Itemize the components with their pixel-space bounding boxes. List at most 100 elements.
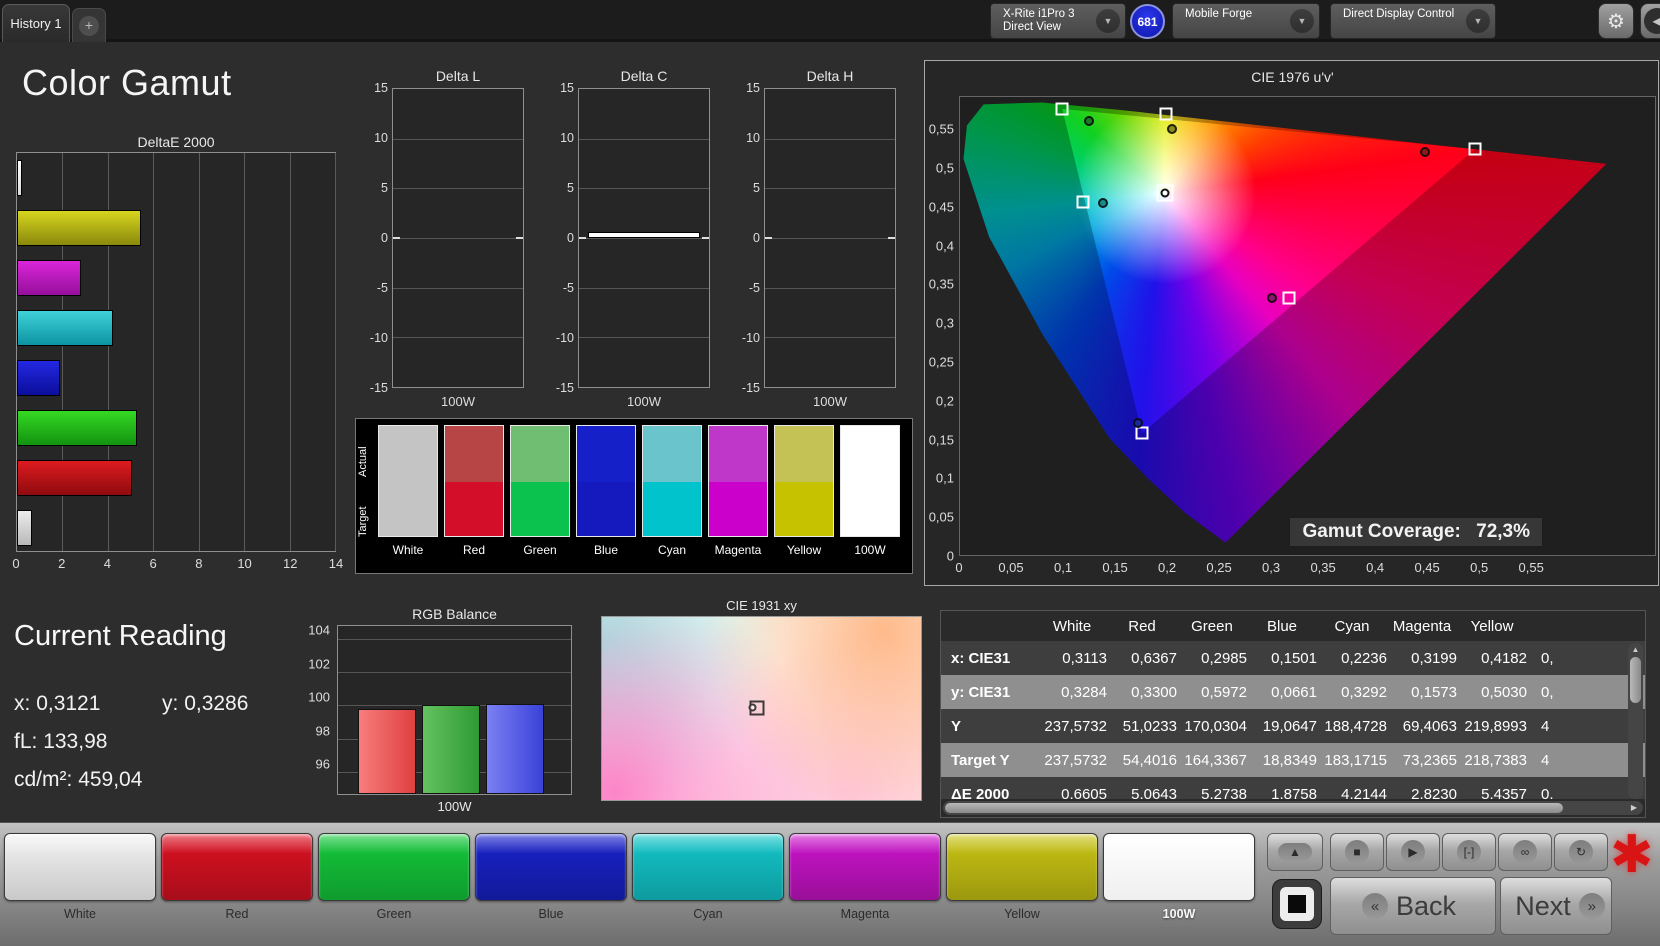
stop-button[interactable]: ■ [1330,833,1384,871]
patch-button-blue[interactable] [475,833,627,901]
meter-status-indicator [993,6,997,36]
gridline [765,337,895,339]
gamut-coverage-readout: Gamut Coverage: 72,3% [1289,517,1543,547]
column-header-yellow: Yellow [1470,617,1514,635]
table-cell: 4 [1541,717,1550,735]
deltae-bar-magenta [17,260,82,296]
cyan-target-marker [1076,195,1090,209]
patch-button-red[interactable] [161,833,313,901]
white-target-marker [1156,184,1174,202]
x-tick-label: 0,3 [1262,560,1281,575]
table-cell: 2,8230 [1411,785,1457,800]
source-label: Mobile Forge [1185,8,1253,20]
chevron-down-icon[interactable]: ▼ [1466,9,1490,33]
table-cell: 5,4357 [1481,785,1527,800]
display-control-dropdown[interactable]: Direct Display Control ▼ [1330,3,1496,39]
y-tick-label: 10 [374,131,388,145]
scroll-right-icon[interactable]: ▶ [1627,801,1641,815]
target-row-label: Target [357,506,369,537]
table-cell: 1,8758 [1271,785,1317,800]
white-point-dot [748,703,757,712]
x-tick-label: 6 [149,556,157,571]
x-tick-label: 0,4 [1366,560,1385,575]
y-tick-label: 10 [560,131,574,145]
rgb-bar-green [422,705,480,794]
table-cell: 237,5732 [1044,751,1107,769]
vertical-scroll-thumb[interactable] [1630,657,1641,703]
horizontal-scroll-thumb[interactable] [945,803,1563,813]
patch-button-yellow[interactable] [946,833,1098,901]
swatch-label: Green [523,543,557,557]
infinity-icon: ∞ [1513,840,1537,864]
chevron-down-icon[interactable]: ▼ [1096,9,1120,33]
add-tab-button[interactable]: + [72,8,106,42]
row-label: x: CIE31 [951,649,1011,667]
deltae-bar-yellow [17,210,141,246]
table-row: x: CIE31 0,3113 0,6367 0,2985 0,1501 0,2236 0,… [941,641,1645,675]
swatch-target [643,482,701,536]
zero-tick [765,237,772,239]
table-cell: 0,3113 [1062,649,1107,667]
deltae-bar-row-magenta [17,253,335,303]
deltae-bar-white [17,510,32,546]
meter-count-badge[interactable]: 681 [1130,4,1165,39]
x-tick-label: 4 [103,556,112,571]
continuous-measure-button[interactable]: ∞ [1498,833,1552,871]
single-measure-button[interactable]: [-] [1442,833,1496,871]
delta-chart-delta-c: Delta C 15 10 5 0 -5 -10 -15 100W [538,68,714,412]
y-tick-label: 0,05 [928,509,954,525]
deltae-x-axis: 0 2 4 6 8 10 12 14 [12,556,343,572]
chevron-up-icon: ▲ [1278,843,1312,861]
patch-button-green[interactable] [318,833,470,901]
y-tick-label: 0,3 [935,315,954,331]
table-horizontal-scrollbar[interactable]: ▶ [943,801,1643,815]
magenta-actual-marker [1267,292,1278,303]
y-tick-label: 0 [946,548,954,564]
table-cell: 0,1501 [1271,649,1317,667]
swatch-white: White [378,425,438,557]
x-tick-label: 0,2 [1158,560,1177,575]
refresh-icon: ↻ [1569,840,1593,864]
table-vertical-scrollbar[interactable]: ▲ [1628,643,1643,799]
table-row: ΔE 2000 0,6605 5,0643 5,2738 1,8758 4,2144 2,8… [941,777,1645,799]
swatch-target [379,482,437,536]
settings-button[interactable]: ⚙ [1598,3,1634,39]
table-row: Y 237,5732 51,0233 170,0304 19,0647 188,4728 6… [941,709,1645,743]
tab-history-1[interactable]: History 1 [2,4,70,42]
white-actual-marker [1160,188,1170,198]
x-tick-label: 0 [955,560,963,575]
patch-window-button[interactable] [1272,879,1322,929]
meter-dropdown[interactable]: X-Rite i1Pro 3 Direct View ▼ [990,3,1126,39]
table-cell: 0,6367 [1131,649,1177,667]
deltae-bar-row-yellow [17,203,335,253]
swatch-actual [709,426,767,482]
collapse-panel-button[interactable]: ◀ [1640,3,1660,39]
back-button[interactable]: « Back [1330,877,1496,935]
patch-bar: White Red Green Blue Cyan Magenta Yellow 100W ▲… [0,822,1660,946]
refresh-button[interactable]: ↻ [1554,833,1608,871]
expand-patch-panel-button[interactable]: ▲ [1267,833,1323,871]
scroll-up-icon[interactable]: ▲ [1628,643,1643,657]
gridline [579,287,709,289]
patch-button-white[interactable] [4,833,156,901]
play-button[interactable]: ▶ [1386,833,1440,871]
cie1931-diagram [601,616,922,801]
gridline [579,238,709,239]
rgb-bar-blue [486,703,544,794]
delta-chart-plot [764,88,896,388]
deltae-bar-row-red [17,453,335,503]
next-button[interactable]: Next » [1500,877,1612,935]
gridline [393,287,523,289]
deltae-bar-row-white [17,503,335,553]
patch-label-100w: 100W [1162,907,1196,921]
swatch-stack [576,425,636,537]
patch-button-magenta[interactable] [789,833,941,901]
app-window: History 1 + X-Rite i1Pro 3 Direct View ▼ … [0,0,1660,946]
patch-button-cyan[interactable] [632,833,784,901]
chevron-down-icon[interactable]: ▼ [1290,9,1314,33]
zero-tick [393,237,400,239]
table-cell: 69,4063 [1402,717,1457,735]
source-dropdown[interactable]: Mobile Forge ▼ [1172,3,1320,39]
y-tick-label: 0 [567,231,574,245]
patch-button-100w[interactable] [1103,833,1255,901]
